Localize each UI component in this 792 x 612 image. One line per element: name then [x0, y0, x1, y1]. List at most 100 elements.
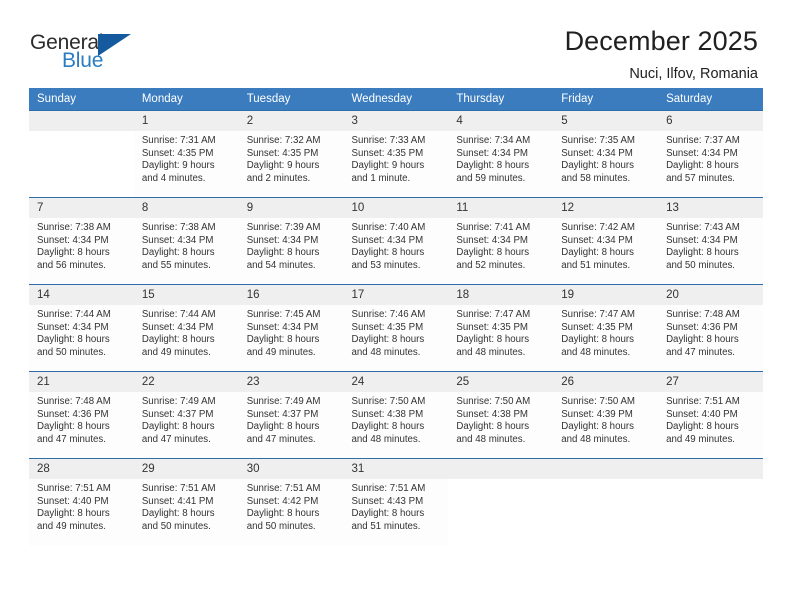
day-sunrise-text: Sunrise: 7:51 AM [246, 483, 321, 494]
day-info: Sunrise: 7:39 AM Sunset: 4:34 PM Daylight:… [239, 218, 344, 272]
day-info: Sunrise: 7:31 AM Sunset: 4:35 PM Daylight:… [134, 131, 239, 185]
day-daylight-text: Daylight: 8 hours [561, 421, 634, 433]
calendar-day-cell[interactable]: 7 Sunrise: 7:38 AM Sunset: 4:34 PM Daylight… [29, 197, 134, 285]
day-number: 20 [658, 285, 763, 305]
day-sunrise-text: Sunrise: 7:35 AM [561, 135, 635, 146]
day-sunset-text: Sunset: 4:39 PM [561, 408, 633, 420]
day-number: 6 [658, 111, 763, 131]
calendar-day-cell[interactable]: 9 Sunrise: 7:39 AM Sunset: 4:34 PM Daylight… [238, 197, 344, 285]
calendar-day-cell[interactable]: 18 Sunrise: 7:47 AM Sunset: 4:35 PM Dayligh… [448, 284, 554, 372]
day-info: Sunrise: 7:49 AM Sunset: 4:37 PM Daylight:… [134, 392, 239, 446]
day-info: Sunrise: 7:38 AM Sunset: 4:34 PM Daylight:… [29, 218, 134, 272]
day-daylight-text: and 48 minutes. [561, 346, 631, 358]
calendar-day-cell[interactable]: 12 Sunrise: 7:42 AM Sunset: 4:34 PM Dayligh… [553, 197, 659, 285]
day-sunset-text: Sunset: 4:34 PM [666, 234, 738, 246]
day-number: 13 [658, 198, 763, 218]
day-sunset-text: Sunset: 4:35 PM [351, 321, 424, 333]
day-daylight-text: Daylight: 9 hours [141, 160, 215, 172]
day-info: Sunrise: 7:51 AM Sunset: 4:40 PM Daylight:… [29, 479, 134, 533]
day-sunset-text: Sunset: 4:34 PM [456, 234, 528, 246]
day-daylight-text: and 4 minutes. [141, 172, 206, 184]
day-number: 18 [448, 285, 554, 305]
day-number: 11 [448, 198, 554, 218]
weekday-header-monday: Monday [133, 88, 239, 111]
day-sunrise-text: Sunrise: 7:46 AM [351, 309, 426, 320]
day-sunset-text: Sunset: 4:34 PM [456, 147, 528, 159]
calendar-day-cell[interactable]: 5 Sunrise: 7:35 AM Sunset: 4:34 PM Daylight… [553, 110, 659, 198]
day-daylight-text: Daylight: 8 hours [141, 508, 215, 520]
day-sunrise-text: Sunrise: 7:41 AM [456, 222, 531, 233]
calendar-day-cell[interactable]: 1 Sunrise: 7:31 AM Sunset: 4:35 PM Daylight… [133, 110, 239, 198]
calendar-day-cell[interactable]: 15 Sunrise: 7:44 AM Sunset: 4:34 PM Dayligh… [133, 284, 239, 372]
day-info: Sunrise: 7:49 AM Sunset: 4:37 PM Daylight:… [239, 392, 344, 446]
day-daylight-text: and 54 minutes. [246, 259, 316, 271]
day-sunrise-text: Sunrise: 7:49 AM [141, 396, 216, 407]
day-sunrise-text: Sunrise: 7:33 AM [351, 135, 426, 146]
day-daylight-text: Daylight: 8 hours [141, 247, 215, 259]
day-sunset-text: Sunset: 4:34 PM [141, 234, 214, 246]
day-info: Sunrise: 7:45 AM Sunset: 4:34 PM Daylight:… [239, 305, 344, 359]
calendar-day-cell[interactable]: 16 Sunrise: 7:45 AM Sunset: 4:34 PM Dayligh… [238, 284, 344, 372]
day-info: Sunrise: 7:47 AM Sunset: 4:35 PM Daylight:… [553, 305, 658, 359]
calendar-day-cell[interactable]: 27 Sunrise: 7:51 AM Sunset: 4:40 PM Dayligh… [658, 371, 763, 459]
day-daylight-text: Daylight: 8 hours [561, 247, 634, 259]
page-header: General Blue December 2025 Nuci, Ilfov, … [0, 0, 792, 82]
day-number: 15 [133, 285, 239, 305]
day-daylight-text: and 48 minutes. [351, 346, 421, 358]
calendar-day-cell[interactable]: 11 Sunrise: 7:41 AM Sunset: 4:34 PM Dayligh… [448, 197, 554, 285]
day-number: 30 [238, 459, 344, 479]
calendar-day-cell[interactable]: 2 Sunrise: 7:32 AM Sunset: 4:35 PM Daylight… [238, 110, 344, 198]
day-number: 8 [133, 198, 239, 218]
day-sunset-text: Sunset: 4:35 PM [141, 147, 214, 159]
calendar-day-cell[interactable]: 10 Sunrise: 7:40 AM Sunset: 4:34 PM Dayligh… [343, 197, 449, 285]
day-sunrise-text: Sunrise: 7:50 AM [351, 396, 426, 407]
day-sunset-text: Sunset: 4:34 PM [246, 321, 319, 333]
day-daylight-text: Daylight: 8 hours [141, 421, 215, 433]
day-number: 10 [343, 198, 449, 218]
calendar-day-cell[interactable]: 23 Sunrise: 7:49 AM Sunset: 4:37 PM Dayligh… [238, 371, 344, 459]
day-sunset-text: Sunset: 4:34 PM [561, 234, 633, 246]
day-number: 2 [238, 111, 344, 131]
calendar-day-cell[interactable]: 19 Sunrise: 7:47 AM Sunset: 4:35 PM Dayligh… [553, 284, 659, 372]
day-daylight-text: Daylight: 8 hours [141, 334, 215, 346]
calendar-day-cell[interactable]: 4 Sunrise: 7:34 AM Sunset: 4:34 PM Daylight… [448, 110, 554, 198]
day-info: Sunrise: 7:44 AM Sunset: 4:34 PM Daylight:… [29, 305, 134, 359]
day-daylight-text: and 50 minutes. [141, 520, 211, 532]
calendar-day-cell[interactable]: 30 Sunrise: 7:51 AM Sunset: 4:42 PM Dayligh… [238, 458, 344, 546]
day-sunset-text: Sunset: 4:35 PM [456, 321, 528, 333]
calendar-day-cell[interactable]: 13 Sunrise: 7:43 AM Sunset: 4:34 PM Dayligh… [658, 197, 763, 285]
calendar-day-cell[interactable]: 21 Sunrise: 7:48 AM Sunset: 4:36 PM Dayligh… [29, 371, 134, 459]
day-sunrise-text: Sunrise: 7:40 AM [351, 222, 426, 233]
day-number: 3 [343, 111, 449, 131]
calendar-day-cell[interactable]: 8 Sunrise: 7:38 AM Sunset: 4:34 PM Daylight… [133, 197, 239, 285]
day-daylight-text: Daylight: 8 hours [456, 247, 530, 259]
day-daylight-text: and 47 minutes. [141, 433, 211, 445]
calendar-day-cell[interactable]: 3 Sunrise: 7:33 AM Sunset: 4:35 PM Daylight… [343, 110, 449, 198]
day-daylight-text: Daylight: 8 hours [351, 421, 425, 433]
calendar-day-cell[interactable]: 6 Sunrise: 7:37 AM Sunset: 4:34 PM Daylight… [658, 110, 763, 198]
title-block: December 2025 Nuci, Ilfov, Romania [565, 26, 758, 82]
day-number: 7 [29, 198, 134, 218]
day-daylight-text: and 57 minutes. [666, 172, 735, 184]
day-sunrise-text: Sunrise: 7:51 AM [666, 396, 740, 407]
calendar-day-cell[interactable]: 31 Sunrise: 7:51 AM Sunset: 4:43 PM Dayligh… [343, 458, 449, 546]
day-sunrise-text: Sunrise: 7:50 AM [561, 396, 635, 407]
calendar-day-cell[interactable]: 26 Sunrise: 7:50 AM Sunset: 4:39 PM Dayligh… [553, 371, 659, 459]
day-number [29, 111, 134, 131]
day-daylight-text: and 47 minutes. [666, 346, 735, 358]
day-daylight-text: and 49 minutes. [246, 346, 316, 358]
calendar-day-cell[interactable]: 17 Sunrise: 7:46 AM Sunset: 4:35 PM Dayligh… [343, 284, 449, 372]
calendar-day-cell[interactable]: 29 Sunrise: 7:51 AM Sunset: 4:41 PM Dayligh… [133, 458, 239, 546]
calendar-day-cell[interactable]: 14 Sunrise: 7:44 AM Sunset: 4:34 PM Dayligh… [29, 284, 134, 372]
calendar-day-cell[interactable]: 20 Sunrise: 7:48 AM Sunset: 4:36 PM Dayligh… [658, 284, 763, 372]
calendar-day-cell[interactable]: 28 Sunrise: 7:51 AM Sunset: 4:40 PM Dayligh… [29, 458, 134, 546]
day-number: 22 [133, 372, 239, 392]
brand-name-blue: Blue [62, 49, 104, 72]
calendar-day-cell[interactable]: 25 Sunrise: 7:50 AM Sunset: 4:38 PM Dayligh… [448, 371, 554, 459]
calendar-day-cell[interactable]: 22 Sunrise: 7:49 AM Sunset: 4:37 PM Dayligh… [133, 371, 239, 459]
day-sunrise-text: Sunrise: 7:51 AM [351, 483, 426, 494]
day-daylight-text: Daylight: 8 hours [246, 421, 320, 433]
day-number: 28 [29, 459, 134, 479]
day-info: Sunrise: 7:44 AM Sunset: 4:34 PM Daylight:… [134, 305, 239, 359]
calendar-day-cell[interactable]: 24 Sunrise: 7:50 AM Sunset: 4:38 PM Dayligh… [343, 371, 449, 459]
